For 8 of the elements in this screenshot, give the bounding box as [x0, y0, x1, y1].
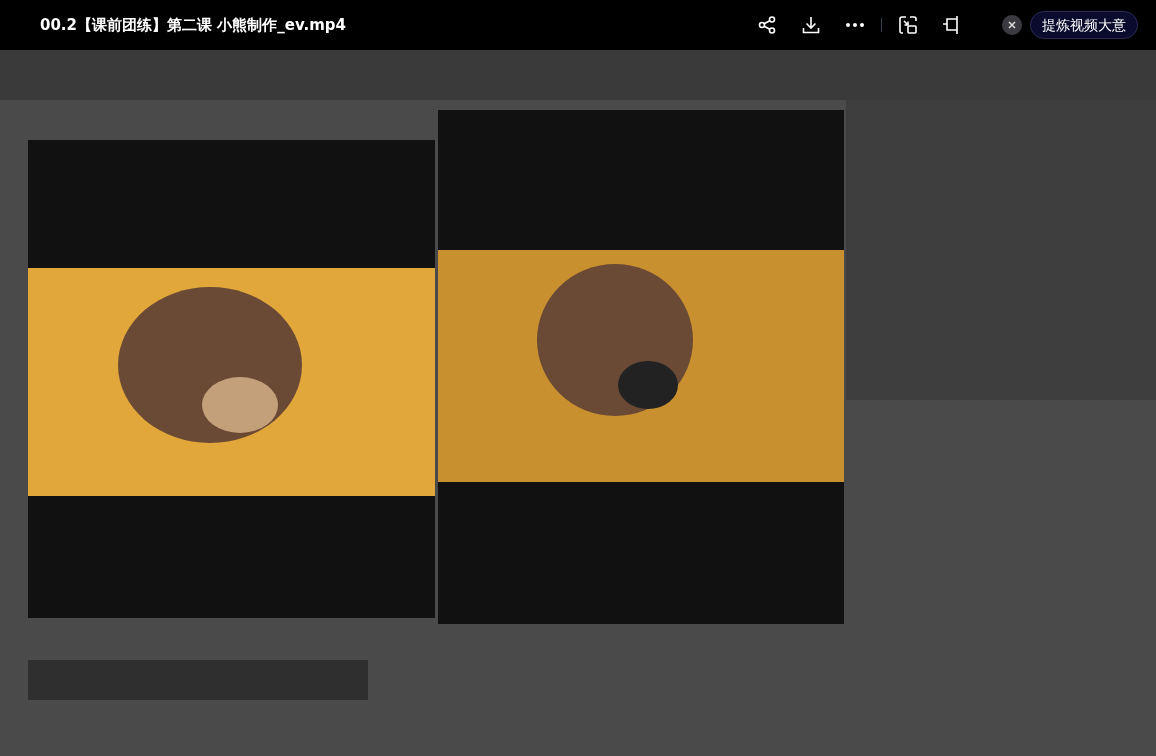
close-button[interactable] — [1002, 15, 1022, 35]
share-icon[interactable] — [757, 15, 777, 35]
close-icon — [1007, 20, 1017, 30]
summary-button[interactable]: 提炼视频大意 — [1030, 11, 1138, 39]
picture-in-picture-icon[interactable] — [898, 15, 918, 35]
more-icon[interactable] — [845, 22, 865, 28]
download-icon[interactable] — [801, 15, 821, 35]
video-title: 00.2【课前团练】第二课 小熊制作_ev.mp4 — [40, 14, 346, 36]
